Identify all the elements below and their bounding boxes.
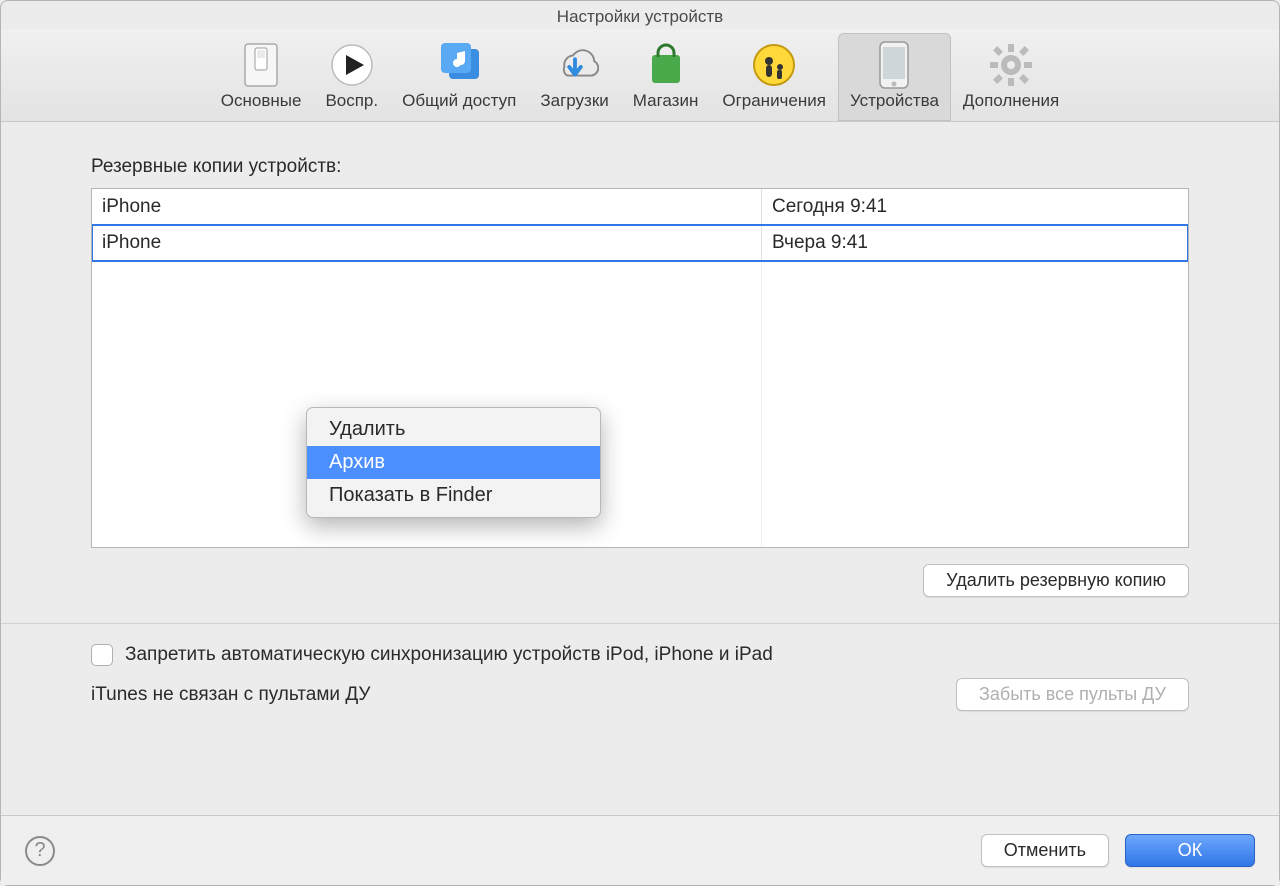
backups-list[interactable]: iPhone Сегодня 9:41 iPhone Вчера 9:41 (91, 188, 1189, 548)
backup-row[interactable]: iPhone Сегодня 9:41 (92, 189, 1188, 225)
tab-store[interactable]: Магазин (621, 33, 711, 121)
phone-icon (870, 41, 918, 89)
ok-button[interactable]: ОК (1125, 834, 1255, 867)
gear-icon (987, 41, 1035, 89)
music-note-icon (435, 41, 483, 89)
forget-remotes-button[interactable]: Забыть все пульты ДУ (956, 678, 1189, 711)
dialog-footer: ? Отменить ОК (1, 815, 1279, 885)
tab-advanced[interactable]: Дополнения (951, 33, 1071, 121)
tab-playback[interactable]: Воспр. (313, 33, 390, 121)
backup-date: Вчера 9:41 (762, 225, 1188, 260)
backup-device-name: iPhone (92, 225, 762, 260)
menu-item-archive[interactable]: Архив (307, 446, 600, 479)
window-title: Настройки устройств (1, 1, 1279, 29)
divider (1, 623, 1279, 624)
prevent-sync-checkbox[interactable] (91, 644, 113, 666)
content-pane: Резервные копии устройств: iPhone Сегодн… (1, 122, 1279, 815)
backup-device-name: iPhone (92, 189, 762, 224)
tab-sharing[interactable]: Общий доступ (390, 33, 528, 121)
cloud-download-icon (551, 41, 599, 89)
menu-item-delete[interactable]: Удалить (307, 413, 600, 446)
prevent-sync-label: Запретить автоматическую синхронизацию у… (125, 644, 773, 666)
switch-icon (237, 41, 285, 89)
preferences-toolbar: Основные Воспр. Общий доступ Загрузки Ма… (1, 29, 1279, 122)
menu-item-show-in-finder[interactable]: Показать в Finder (307, 479, 600, 512)
backup-row[interactable]: iPhone Вчера 9:41 (92, 225, 1188, 261)
play-icon (328, 41, 376, 89)
context-menu: Удалить Архив Показать в Finder (306, 407, 601, 518)
tab-restrictions[interactable]: Ограничения (710, 33, 838, 121)
tab-downloads[interactable]: Загрузки (528, 33, 620, 121)
backup-date: Сегодня 9:41 (762, 189, 1188, 224)
shopping-bag-icon (642, 41, 690, 89)
cancel-button[interactable]: Отменить (981, 834, 1109, 867)
delete-backup-button[interactable]: Удалить резервную копию (923, 564, 1189, 597)
tab-general[interactable]: Основные (209, 33, 314, 121)
backups-label: Резервные копии устройств: (91, 156, 1189, 178)
remotes-status-text: iTunes не связан с пультами ДУ (91, 684, 370, 706)
tab-devices[interactable]: Устройства (838, 33, 951, 121)
help-button[interactable]: ? (25, 836, 55, 866)
parental-icon (750, 41, 798, 89)
preferences-window: Настройки устройств Основные Воспр. Общи… (0, 0, 1280, 886)
